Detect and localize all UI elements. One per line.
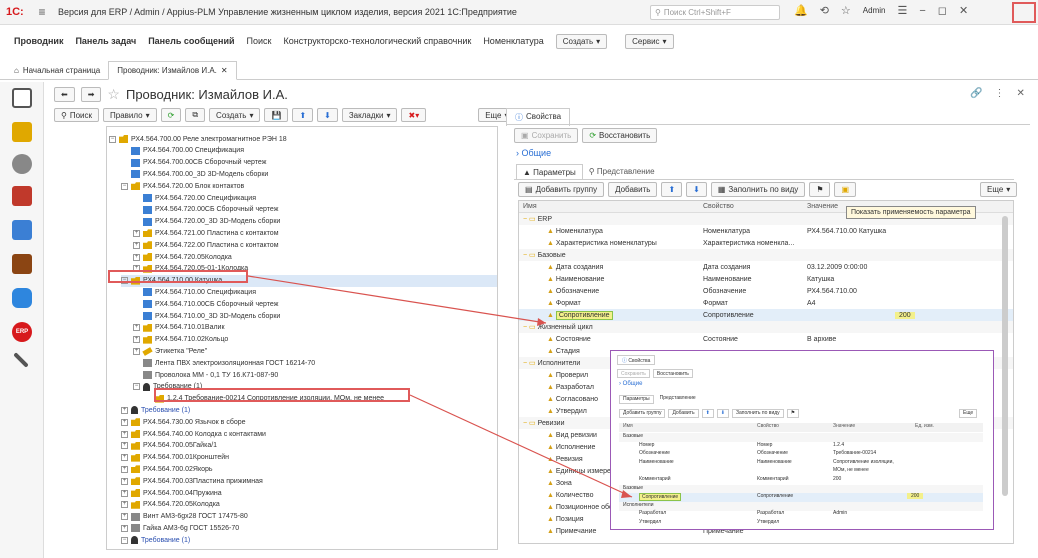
- callout-arrows: [247, 275, 633, 498]
